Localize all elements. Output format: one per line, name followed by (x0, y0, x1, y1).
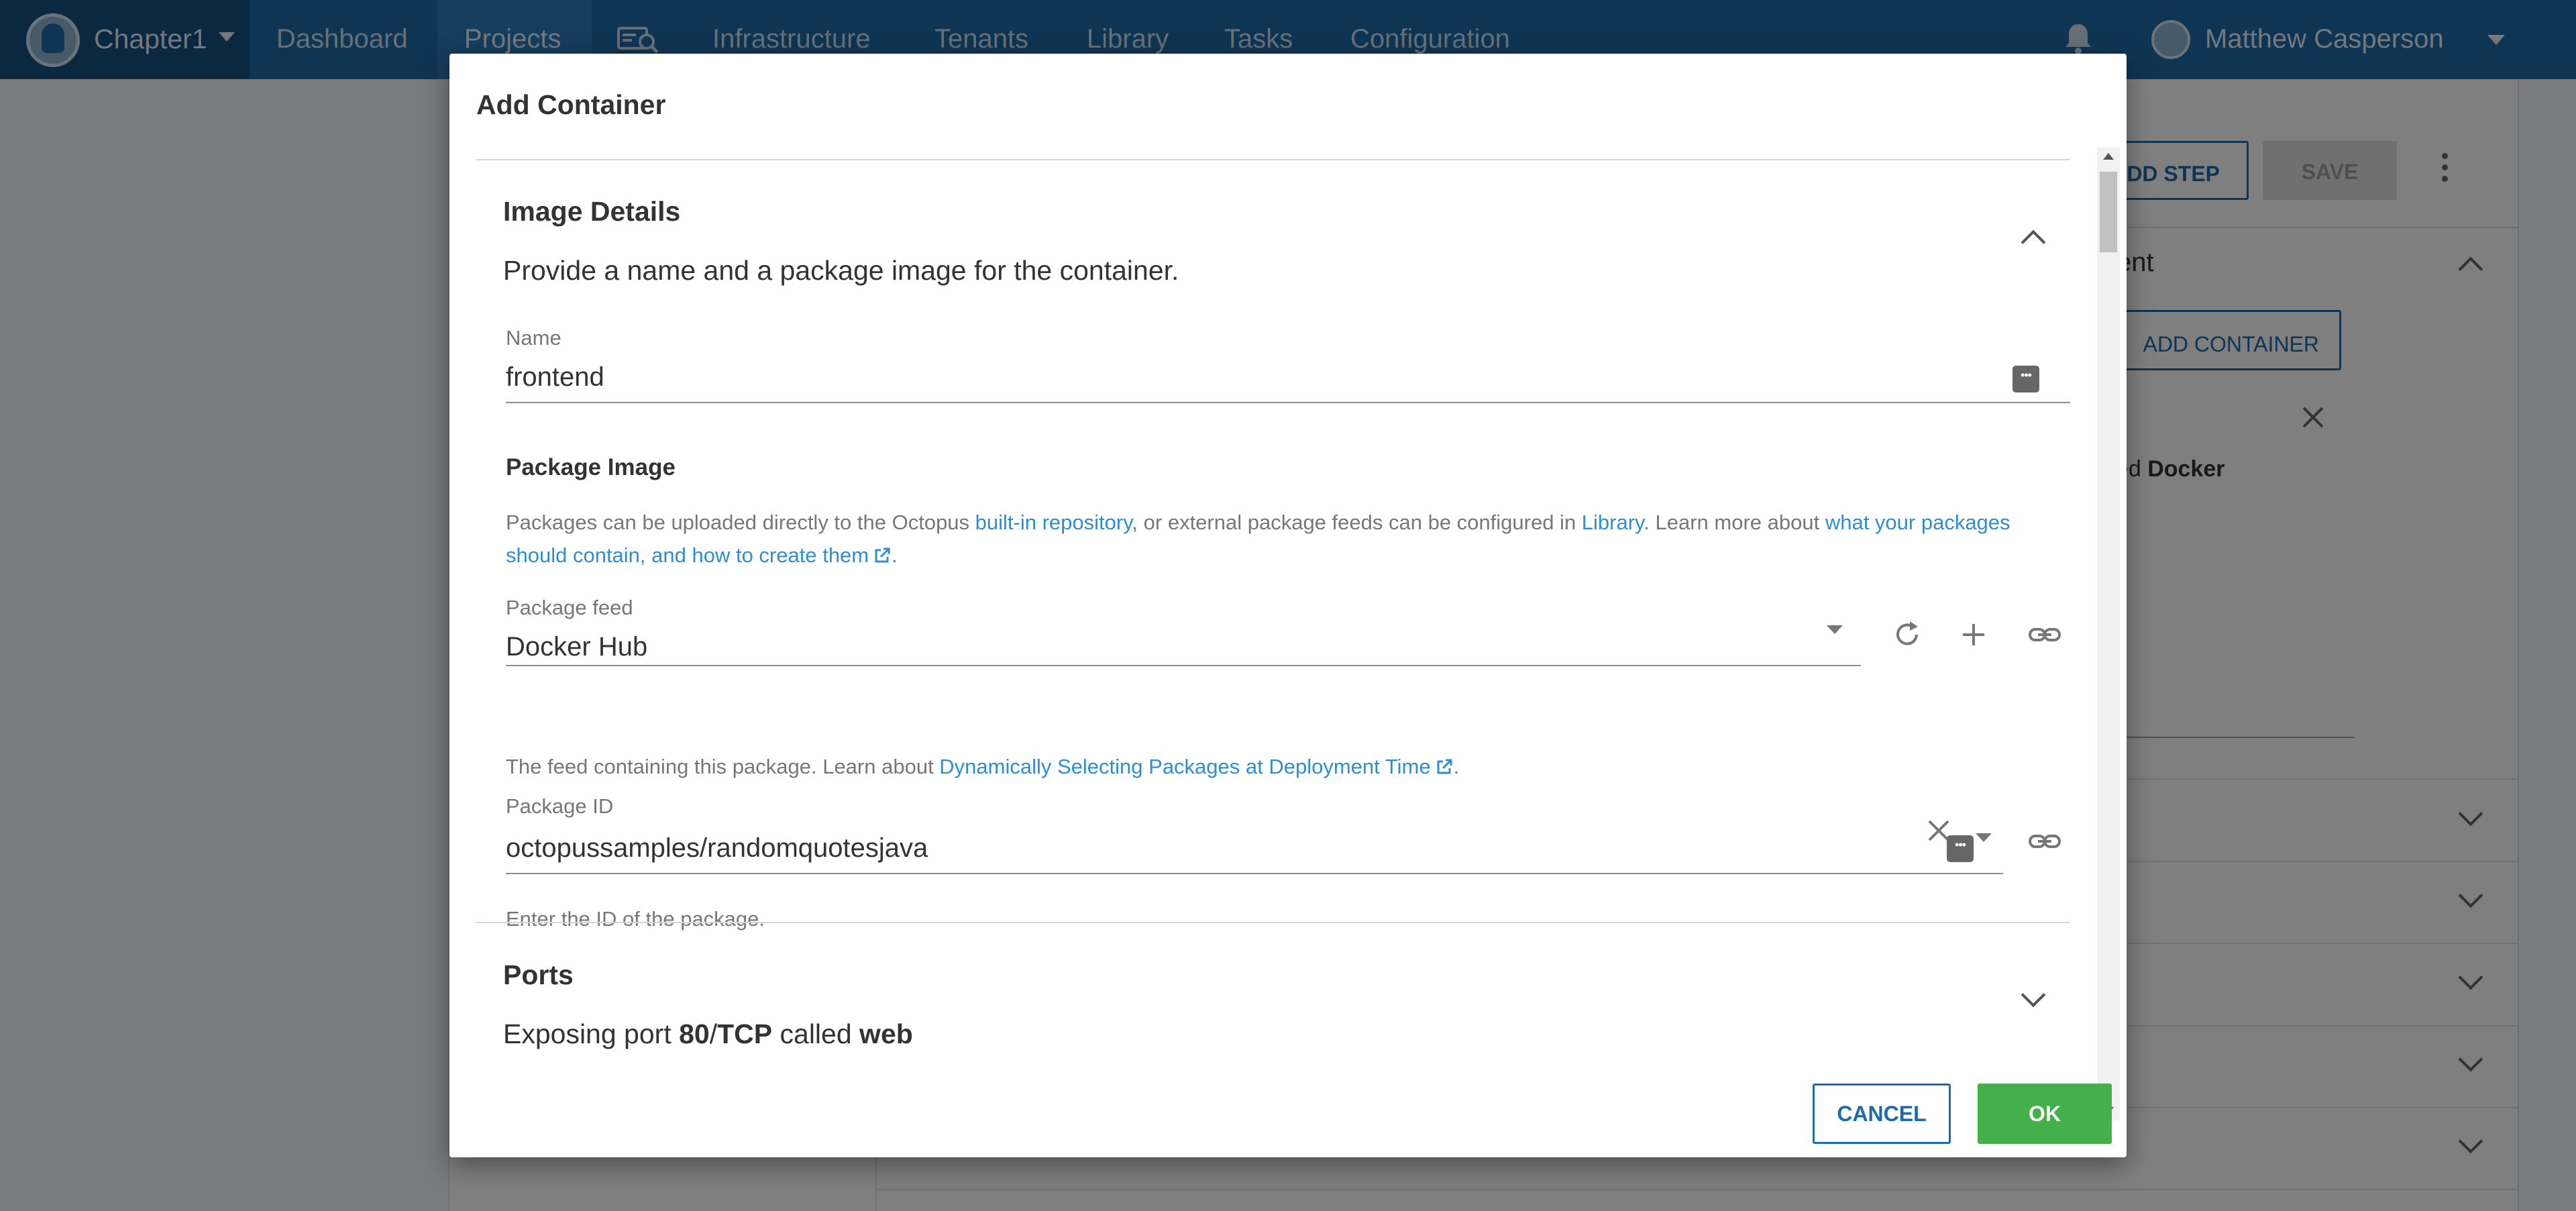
external-link-icon[interactable] (1435, 757, 1454, 776)
name-label: Name (506, 326, 561, 350)
link-icon[interactable] (2027, 824, 2062, 859)
name-input[interactable]: frontend (506, 362, 604, 392)
collapse-chevron-icon[interactable] (2021, 229, 2046, 255)
package-id-input[interactable]: octopussamples/randomquotesjava (506, 833, 928, 863)
built-in-repository-link[interactable]: built-in repository (975, 511, 1132, 534)
image-details-subtitle: Provide a name and a package image for t… (503, 255, 1179, 286)
ok-button[interactable]: OK (1978, 1084, 2112, 1144)
package-image-help: Packages can be uploaded directly to the… (506, 511, 2010, 567)
dropdown-arrow-icon[interactable] (1976, 833, 1992, 842)
package-id-label: Package ID (506, 794, 614, 818)
dialog-content: Image Details Provide a name and a packa… (449, 54, 2127, 1157)
add-feed-icon[interactable] (1956, 617, 1991, 652)
dropdown-arrow-icon[interactable] (1827, 625, 1843, 634)
package-feed-underline (506, 665, 1861, 666)
name-input-underline (506, 402, 2070, 403)
package-id-underline (506, 873, 2003, 874)
scroll-thumb[interactable] (2100, 172, 2117, 252)
link-icon[interactable] (2027, 617, 2062, 652)
expand-chevron-icon[interactable] (2021, 982, 2046, 1008)
cancel-button[interactable]: CANCEL (1813, 1084, 1951, 1144)
package-feed-select[interactable]: Docker Hub (506, 632, 647, 662)
dialog-scrollbar[interactable] (2097, 148, 2120, 1120)
refresh-icon[interactable] (1890, 617, 1925, 652)
add-container-dialog: Add Container Image Details Provide a na… (449, 54, 2127, 1157)
scroll-up-arrow-icon[interactable] (2103, 153, 2114, 160)
ports-summary: Exposing port 80/TCP called web (503, 1018, 913, 1049)
ports-title[interactable]: Ports (503, 959, 574, 991)
section-divider (476, 922, 2070, 923)
library-link[interactable]: Library (1582, 511, 1644, 534)
dynamic-packages-link[interactable]: Dynamically Selecting Packages at Deploy… (939, 755, 1430, 778)
package-feed-label: Package feed (506, 596, 633, 619)
package-image-title: Package Image (506, 454, 676, 480)
external-link-icon[interactable] (873, 546, 892, 565)
image-details-title[interactable]: Image Details (503, 196, 680, 227)
variable-binding-icon[interactable] (1947, 835, 1974, 862)
variable-binding-icon[interactable] (2012, 366, 2039, 392)
package-id-help: Enter the ID of the package. (506, 907, 765, 931)
package-feed-help: The feed containing this package. Learn … (506, 755, 1460, 778)
